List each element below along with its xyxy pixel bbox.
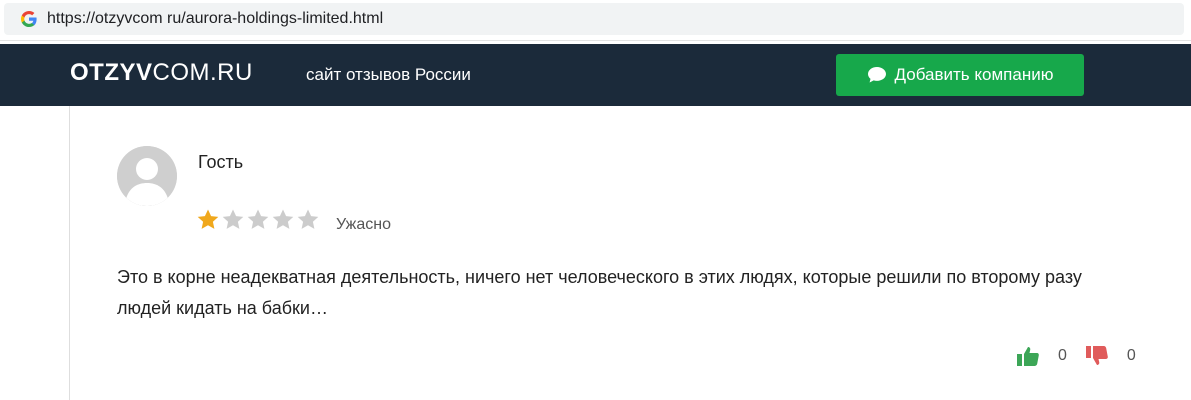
site-logo[interactable]: OTZYVCOM.RU (70, 59, 253, 87)
rating-stars (196, 208, 320, 232)
logo-light-part: COM.RU (152, 59, 253, 86)
star-empty-icon (222, 209, 244, 229)
browser-address-bar: https://otzyvcom ru/aurora-holdings-limi… (0, 0, 1191, 41)
star-empty-icon (247, 209, 269, 229)
logo-bold-part: OTZYV (70, 59, 153, 86)
add-company-label: Добавить компанию (894, 65, 1054, 84)
likes-count: 0 (1058, 347, 1067, 364)
rating-label: Ужасно (336, 216, 391, 233)
speech-bubble-icon (867, 66, 887, 84)
google-g-icon (19, 9, 39, 29)
url-field[interactable]: https://otzyvcom ru/aurora-holdings-limi… (4, 3, 1184, 35)
thumbs-down-icon[interactable] (1085, 345, 1109, 367)
site-tagline: сайт отзывов России (306, 65, 471, 84)
site-header: OTZYVCOM.RU сайт отзывов России Добавить… (0, 44, 1191, 106)
user-avatar-icon (117, 146, 177, 206)
dislikes-count: 0 (1126, 347, 1136, 364)
add-company-button[interactable]: Добавить компанию (836, 54, 1084, 96)
review-text: Это в корне неадекватная деятельность, н… (117, 267, 1082, 318)
review-votes: 0 0 (1016, 343, 1154, 369)
star-empty-icon (272, 209, 294, 229)
star-empty-icon (297, 209, 319, 229)
url-text[interactable]: https://otzyvcom ru/aurora-holdings-limi… (47, 10, 383, 28)
content-left-border (69, 106, 70, 400)
review-author: Гость (198, 152, 244, 172)
thumbs-up-icon[interactable] (1016, 345, 1040, 367)
star-filled-icon (197, 209, 219, 229)
